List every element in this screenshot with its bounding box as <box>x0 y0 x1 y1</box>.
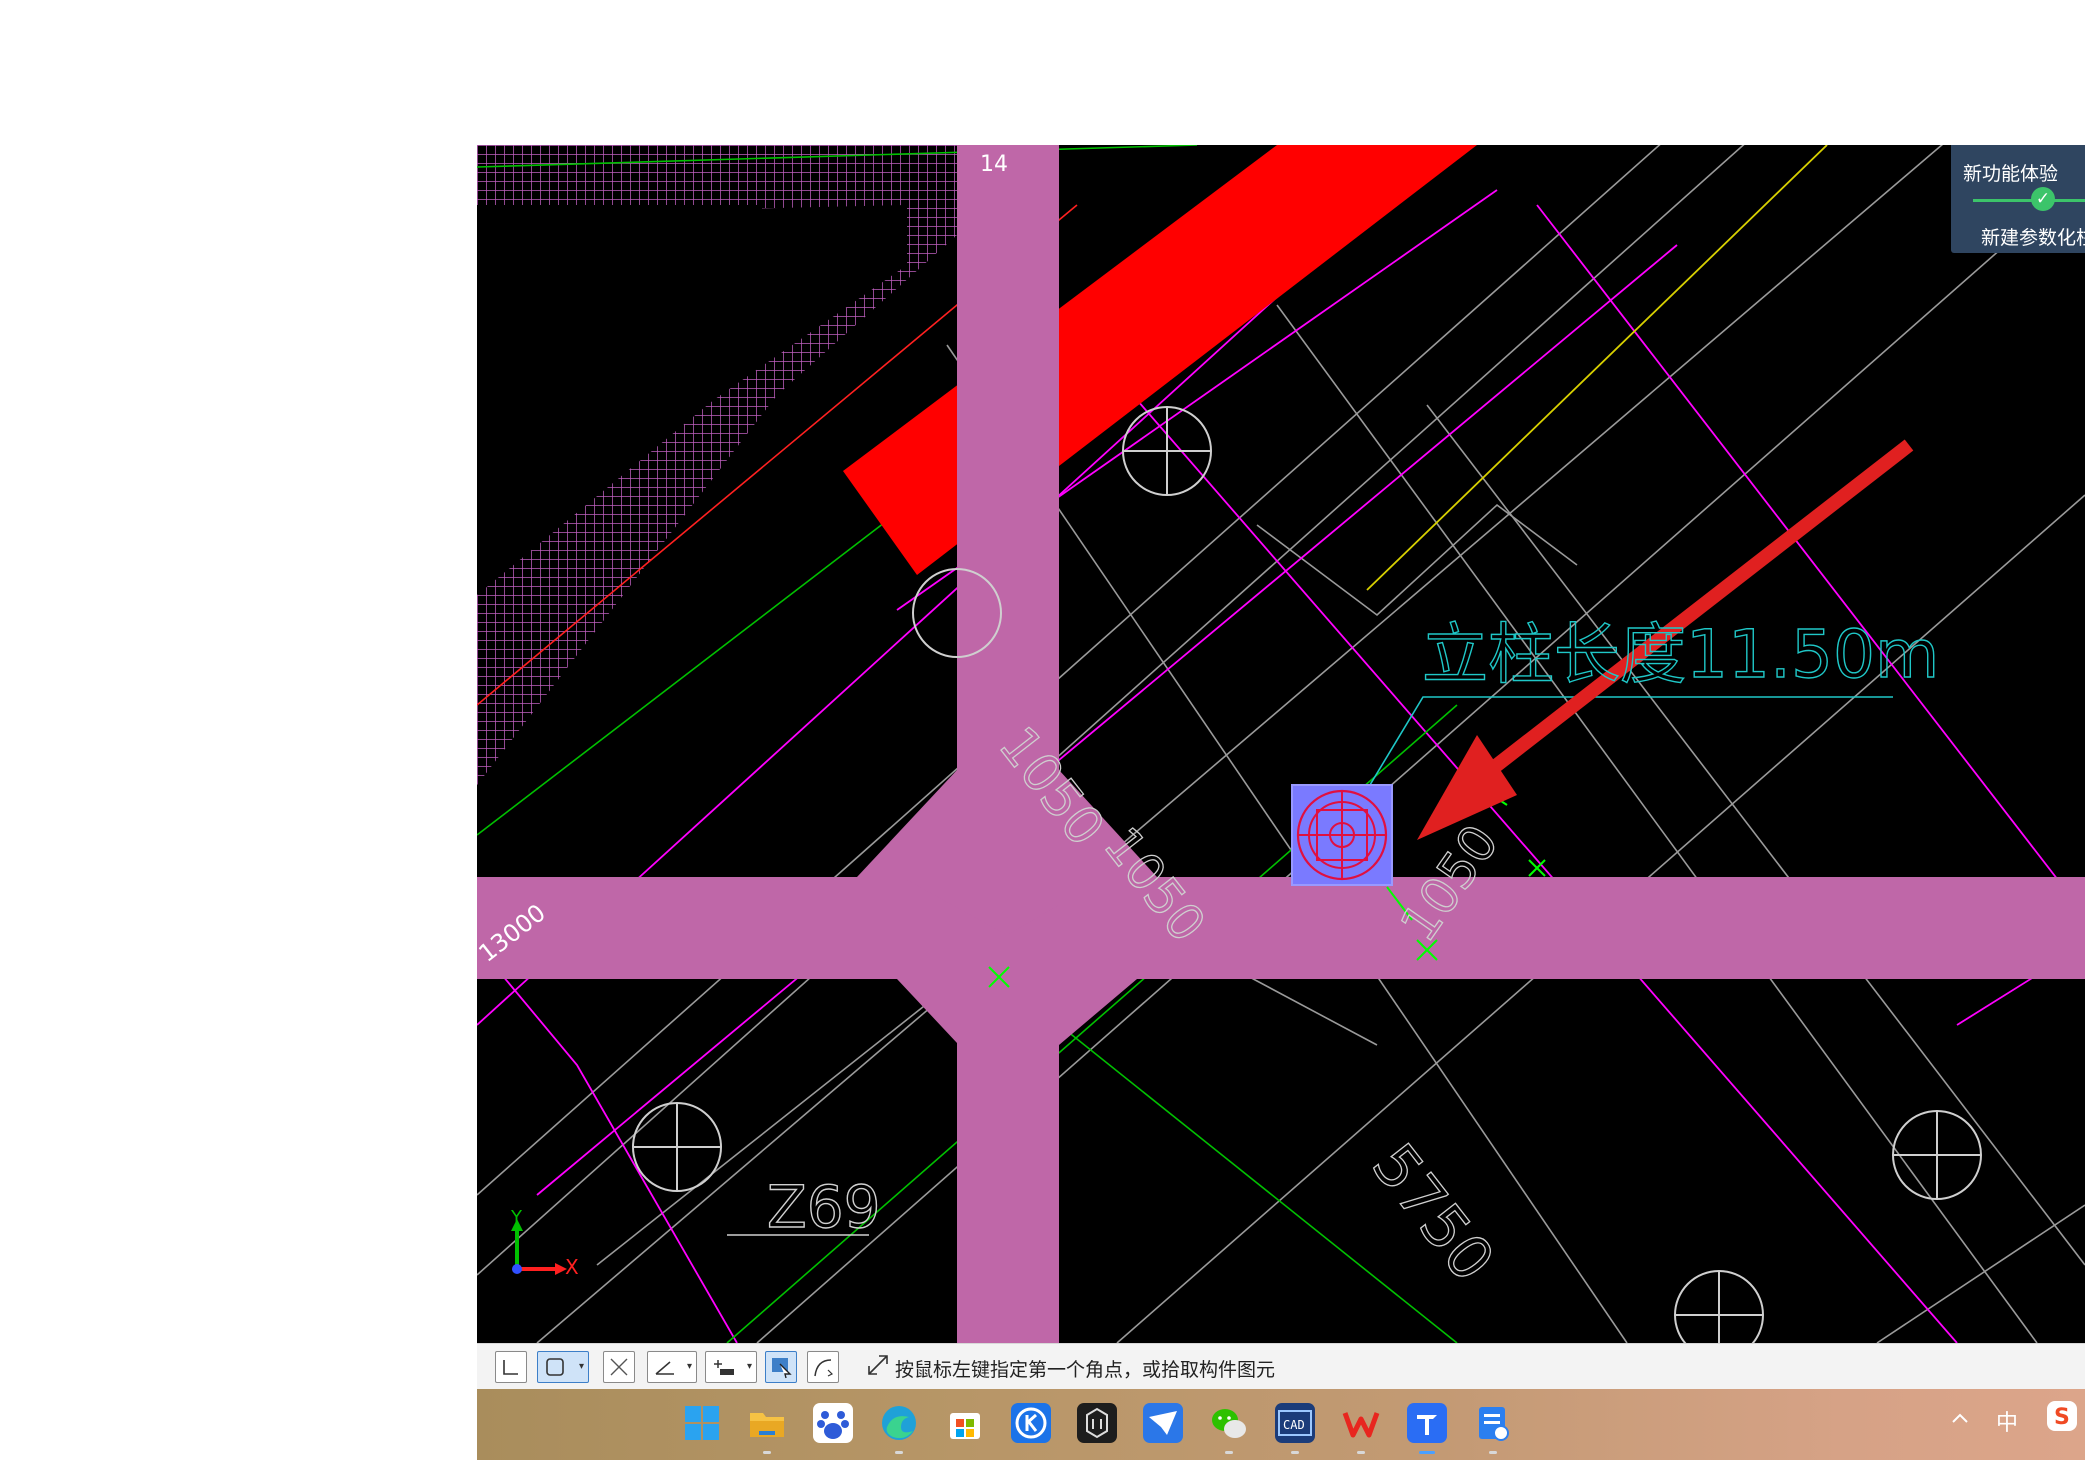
column-circles <box>632 160 2082 1343</box>
chevron-down-icon: ▾ <box>686 1361 692 1372</box>
running-indicator <box>1291 1451 1299 1454</box>
selected-column[interactable] <box>1291 784 1393 886</box>
select-mode-button[interactable] <box>765 1351 797 1383</box>
feature-toggle-track[interactable] <box>1973 199 2085 202</box>
chevron-up-icon[interactable] <box>1949 1407 1971 1435</box>
svg-text:CAD: CAD <box>1283 1418 1305 1432</box>
new-param-column-link[interactable]: 新建参数化柱 <box>1981 223 2085 250</box>
offset-icon <box>714 1360 734 1375</box>
box-select-icon <box>546 1358 564 1376</box>
arc-icon <box>814 1359 834 1377</box>
baidu-netdisk-icon[interactable] <box>813 1403 853 1443</box>
start-icon[interactable] <box>682 1403 722 1443</box>
select-mode-icon <box>772 1358 792 1379</box>
running-indicator <box>1357 1451 1365 1454</box>
ime-indicator[interactable]: 中 <box>1996 1405 2018 1437</box>
hatch-void <box>477 205 907 565</box>
running-indicator <box>895 1451 903 1454</box>
orthogonal-mode-button[interactable] <box>495 1351 527 1383</box>
offset-button[interactable]: ▾ <box>705 1351 757 1383</box>
axis-label-14: 14 <box>980 152 1008 177</box>
svg-text:S: S <box>2054 1405 2070 1430</box>
status-message: 按鼠标左键指定第一个角点，或拾取构件图元 <box>895 1360 1276 1381</box>
wechat-icon[interactable] <box>1209 1403 1249 1443</box>
arc-button[interactable] <box>807 1351 839 1383</box>
screenshot-root: 14 13000 1050 1050 1050 5750 Z69 立柱长度11.… <box>0 0 2085 1460</box>
running-indicator <box>1225 1451 1233 1454</box>
column-tag-z69: Z69 <box>767 1173 881 1241</box>
microsoft-store-icon[interactable] <box>945 1403 985 1443</box>
active-indicator <box>1419 1451 1435 1454</box>
cross-icon <box>610 1358 628 1376</box>
kugou-icon[interactable] <box>1011 1403 1051 1443</box>
new-feature-panel[interactable]: 新功能体验 ✓ 新建参数化柱 <box>1951 145 2085 253</box>
running-indicator <box>763 1451 771 1454</box>
feishu-icon[interactable] <box>1143 1403 1183 1443</box>
file-explorer-icon[interactable] <box>747 1403 787 1443</box>
column-length-annotation: 立柱长度11.50m <box>1422 616 1939 693</box>
ucs-x-label: X <box>565 1255 579 1279</box>
chevron-down-icon: ▾ <box>746 1361 752 1372</box>
dark-app-icon[interactable] <box>1077 1403 1117 1443</box>
cad-status-bar: ▾ ▾ ▾ 按鼠标左键指定第一个角点，或拾取构件图元 <box>477 1343 2085 1390</box>
cad-viewer-icon[interactable]: CAD <box>1275 1403 1315 1443</box>
snap-box-button[interactable]: ▾ <box>537 1351 589 1383</box>
sogou-ime-icon[interactable]: S <box>2047 1401 2077 1431</box>
chevron-down-icon: ▾ <box>578 1361 584 1372</box>
ucs-y-label: Y <box>510 1207 523 1228</box>
dimension-5750: 5750 <box>1358 1131 1507 1294</box>
expand-arrows-icon <box>868 1355 888 1375</box>
edge-icon[interactable] <box>879 1403 919 1443</box>
cad-drawing-canvas[interactable]: 14 13000 1050 1050 1050 5750 Z69 立柱长度11.… <box>477 145 2085 1343</box>
angle-icon <box>655 1361 674 1375</box>
check-icon[interactable]: ✓ <box>2031 187 2055 211</box>
annotation-leader <box>1346 696 1893 824</box>
yellow-line <box>1366 145 1828 591</box>
orthogonal-icon <box>503 1360 518 1375</box>
angle-button[interactable]: ▾ <box>647 1351 697 1383</box>
note-app-icon[interactable] <box>1473 1403 1513 1443</box>
wps-icon[interactable] <box>1341 1403 1381 1443</box>
new-feature-title: 新功能体验 <box>1963 164 2059 185</box>
windows-taskbar: CAD 中 S <box>477 1389 2085 1460</box>
cross-select-button[interactable] <box>603 1351 635 1383</box>
running-indicator <box>1489 1451 1497 1454</box>
tencent-docs-icon[interactable] <box>1407 1403 1447 1443</box>
